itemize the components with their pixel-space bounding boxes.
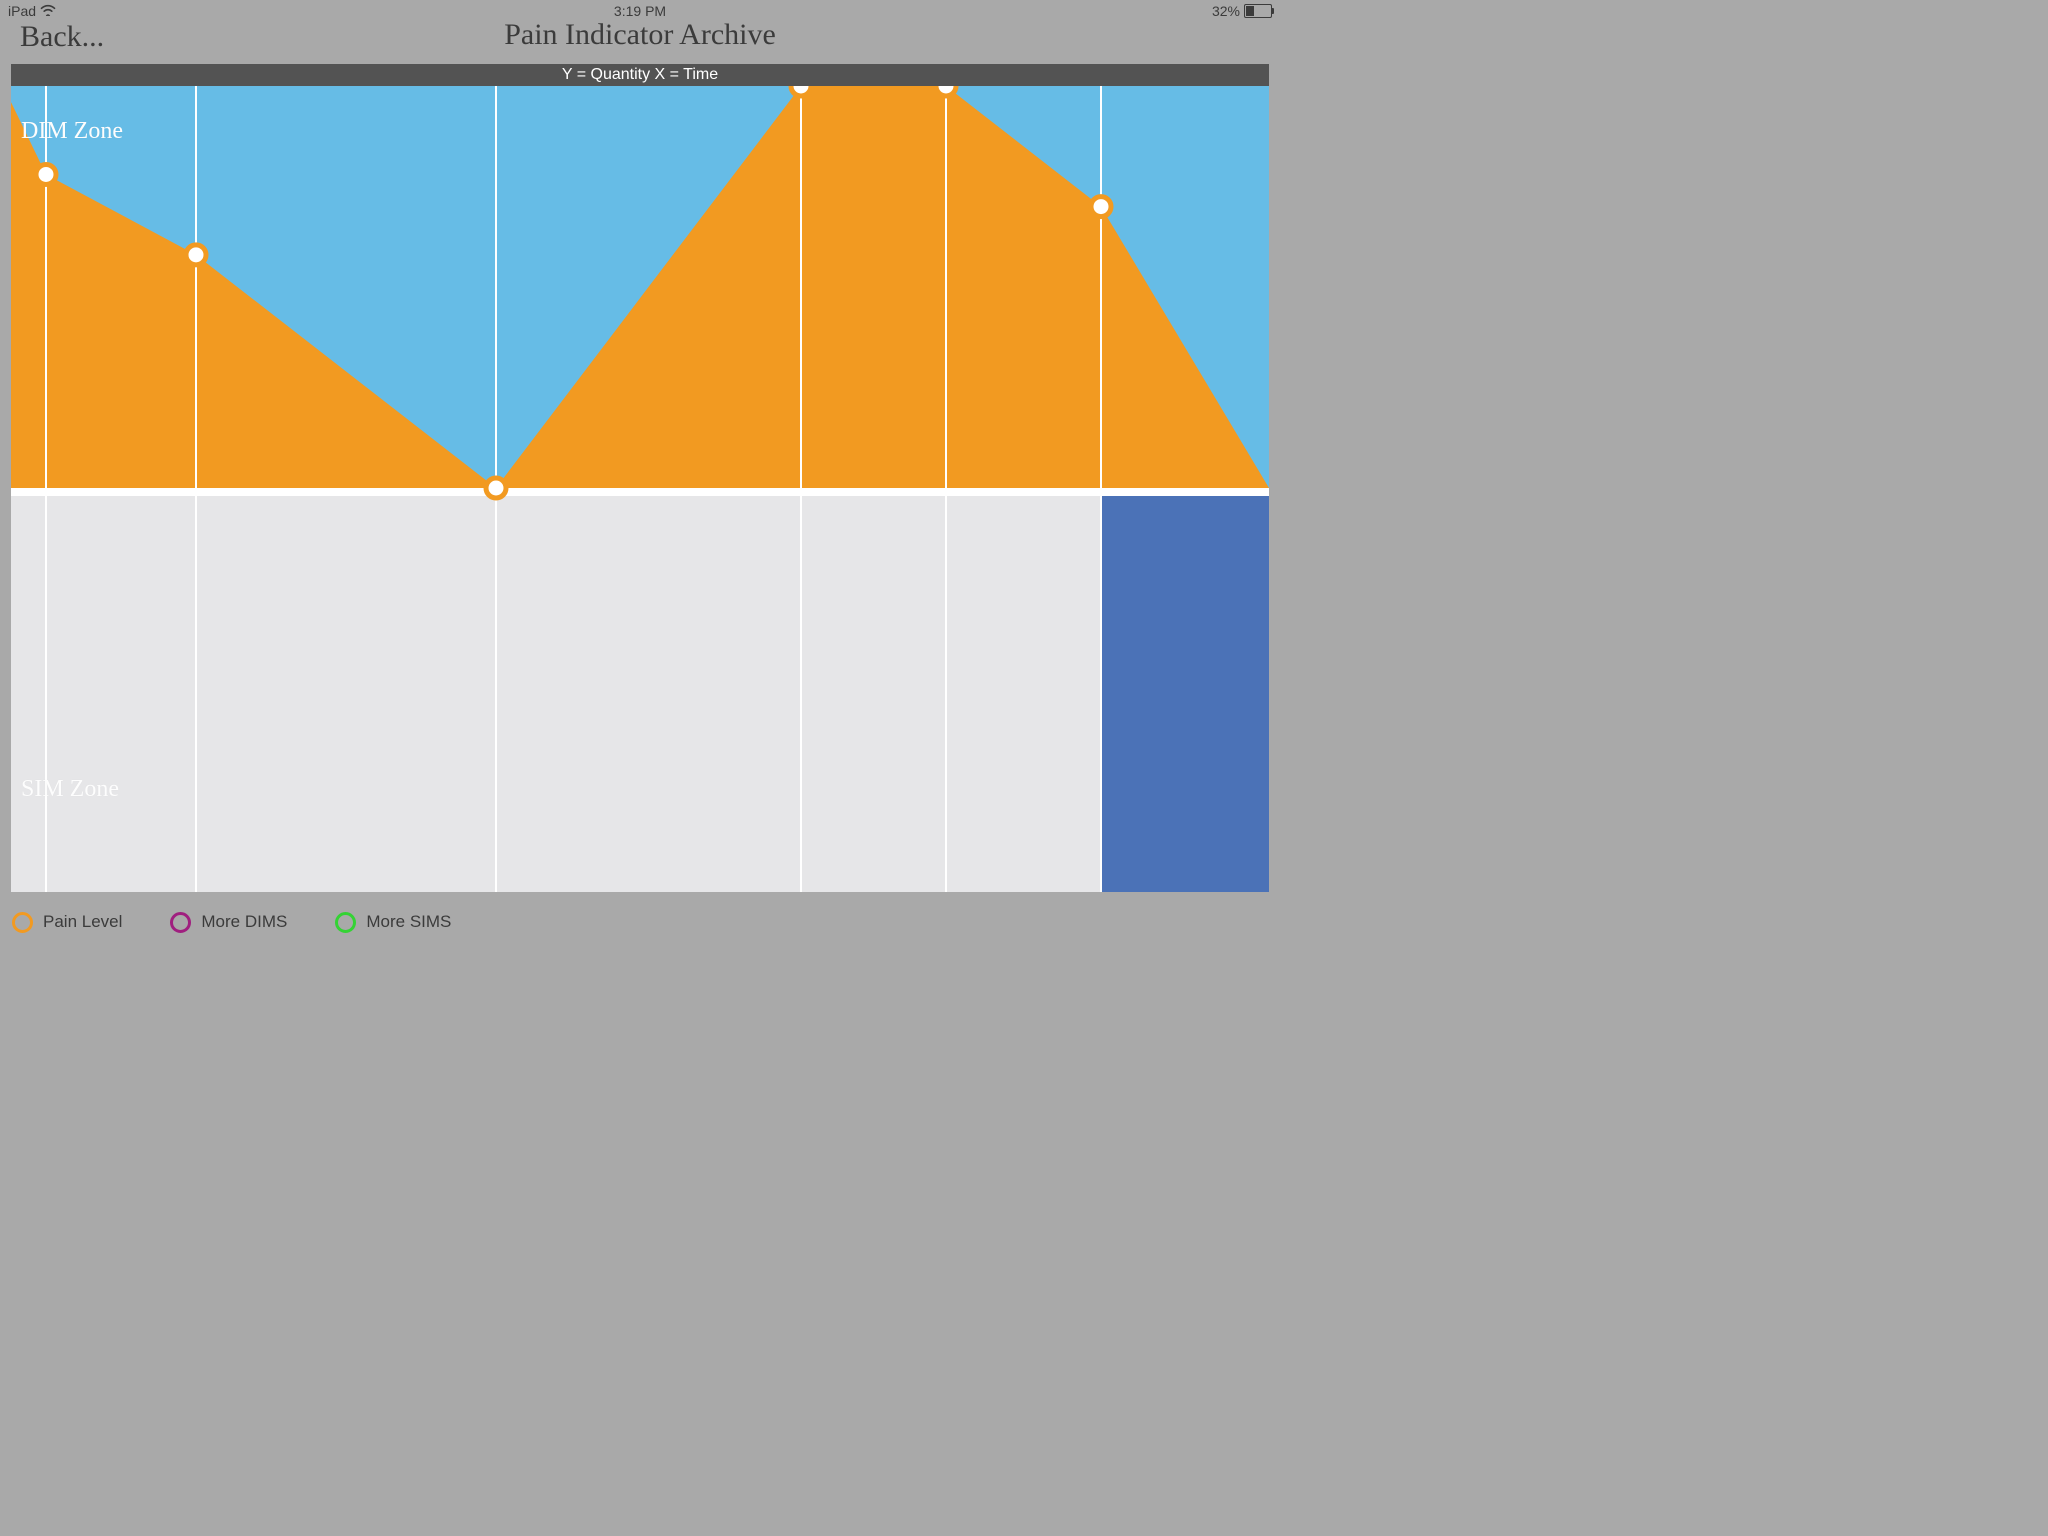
legend-marker-sims [335, 912, 356, 933]
axis-description: Y = Quantity X = Time [11, 64, 1269, 86]
back-button[interactable]: Back... [20, 20, 104, 54]
page-title: Pain Indicator Archive [504, 18, 776, 52]
chart-svg [11, 86, 1269, 892]
device-label: iPad [8, 3, 36, 19]
header: Back... Pain Indicator Archive [0, 20, 1280, 60]
legend-label-pain: Pain Level [43, 912, 122, 932]
legend-item-pain: Pain Level [12, 912, 122, 933]
chart-area: DIM Zone SIM Zone [11, 86, 1269, 892]
battery-fill [1246, 6, 1254, 16]
legend-marker-pain [12, 912, 33, 933]
legend-item-sims: More SIMS [335, 912, 451, 933]
wifi-icon [40, 3, 56, 19]
legend-label-dims: More DIMS [201, 912, 287, 932]
legend-marker-dims [170, 912, 191, 933]
battery-icon [1244, 4, 1272, 18]
legend-label-sims: More SIMS [366, 912, 451, 932]
legend-item-dims: More DIMS [170, 912, 287, 933]
clock: 3:19 PM [614, 3, 666, 19]
dim-zone-label: DIM Zone [21, 118, 123, 145]
sim-zone-label: SIM Zone [21, 776, 119, 803]
battery-pct: 32% [1212, 3, 1240, 19]
legend: Pain Level More DIMS More SIMS [0, 902, 1280, 942]
